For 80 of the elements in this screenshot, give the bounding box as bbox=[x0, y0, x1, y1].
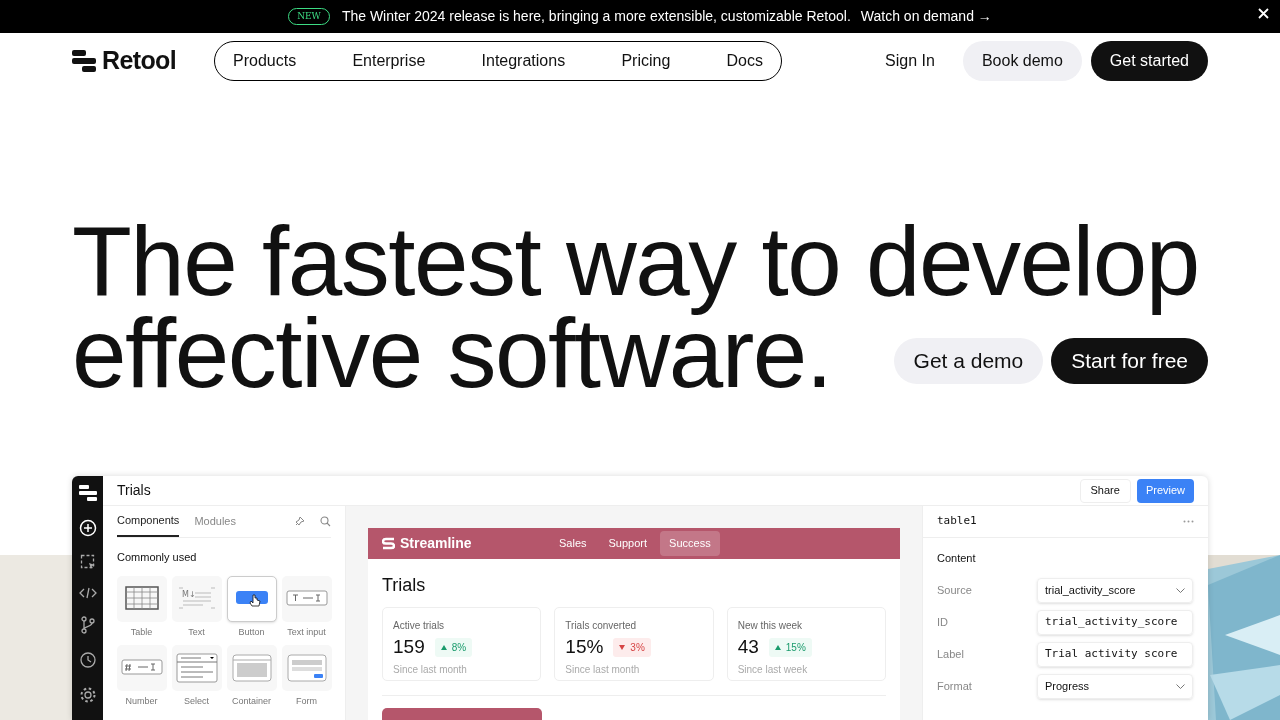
stat-label: Active trials bbox=[393, 619, 446, 633]
component-name: table1 bbox=[937, 513, 977, 530]
component-tile[interactable] bbox=[116, 645, 167, 691]
panel-tab[interactable]: Modules bbox=[194, 506, 236, 537]
field-label: ID bbox=[937, 615, 949, 631]
nav-link[interactable]: Docs bbox=[726, 48, 763, 73]
component-label: Select bbox=[184, 695, 209, 708]
component-tile[interactable] bbox=[116, 575, 167, 622]
select-field[interactable]: trial_activity_score bbox=[1037, 578, 1193, 603]
nav-link[interactable]: Integrations bbox=[481, 48, 566, 73]
page-heading: Trials bbox=[382, 574, 427, 597]
logo-text[interactable]: Retool bbox=[102, 41, 177, 80]
component-label: Text input bbox=[287, 625, 326, 639]
nav-link[interactable]: Products bbox=[233, 48, 297, 73]
chevron-down-icon bbox=[1176, 684, 1185, 689]
get-a-demo-button[interactable]: Get a demo bbox=[893, 338, 1044, 384]
stat-label: New this week bbox=[737, 619, 804, 633]
field-label: Label bbox=[937, 647, 965, 663]
sign-in-link[interactable]: Sign In bbox=[885, 48, 935, 73]
markdown-label: M↓ bbox=[181, 589, 196, 599]
component-tile[interactable] bbox=[226, 575, 277, 622]
search-icon[interactable] bbox=[320, 516, 331, 527]
brand-name: Streamline bbox=[400, 534, 473, 553]
code-icon[interactable] bbox=[78, 587, 97, 599]
component-label: Text bbox=[188, 625, 205, 639]
stat-note: Since last month bbox=[393, 662, 468, 677]
start-free-button[interactable]: Start for free bbox=[1051, 338, 1208, 384]
more-icon[interactable] bbox=[1183, 520, 1194, 523]
nav-link[interactable]: Enterprise bbox=[352, 48, 426, 73]
component-tile[interactable] bbox=[171, 645, 222, 691]
trend-badge: 8% bbox=[434, 637, 473, 657]
add-icon[interactable] bbox=[78, 519, 97, 537]
input-field[interactable]: Trial activity score bbox=[1037, 642, 1193, 667]
component-label: Form bbox=[296, 695, 317, 708]
nav-link[interactable]: Pricing bbox=[621, 48, 671, 73]
component-tile[interactable]: M↓ bbox=[171, 575, 222, 622]
get-started-button[interactable]: Get started bbox=[1090, 40, 1208, 81]
pin-icon[interactable] bbox=[294, 516, 305, 527]
settings-icon[interactable] bbox=[78, 686, 97, 704]
app-nav-tab[interactable]: Sales bbox=[550, 531, 596, 556]
chevron-down-icon bbox=[1176, 588, 1185, 593]
down-triangle-icon bbox=[619, 644, 626, 650]
stat-label: Trials converted bbox=[565, 619, 638, 633]
section-heading: Content bbox=[937, 551, 977, 566]
share-button[interactable]: Share bbox=[1079, 478, 1131, 503]
stat-value: 15% bbox=[565, 635, 604, 659]
announcement-text: The Winter 2024 release is here, bringing a more extensible, customizable Retool. bbox=[341, 7, 851, 26]
up-triangle-icon bbox=[774, 644, 781, 650]
component-label: Table bbox=[130, 625, 153, 639]
stat-value: 159 bbox=[393, 635, 425, 659]
field-label: Format bbox=[937, 679, 973, 695]
trend-badge: 3% bbox=[613, 637, 651, 657]
preview-button[interactable]: Preview bbox=[1136, 478, 1194, 503]
book-demo-button[interactable]: Book demo bbox=[962, 40, 1082, 81]
component-tile[interactable] bbox=[281, 645, 332, 691]
trend-badge: 15% bbox=[768, 637, 812, 657]
stat-note: Since last month bbox=[565, 662, 641, 677]
stat-value: 43 bbox=[737, 635, 759, 659]
component-tile[interactable] bbox=[226, 645, 277, 691]
brand-icon bbox=[382, 537, 395, 550]
section-heading: Commonly used bbox=[117, 550, 198, 565]
close-icon[interactable] bbox=[1258, 8, 1269, 19]
component-label: Number bbox=[125, 695, 158, 708]
branch-icon[interactable] bbox=[80, 616, 95, 634]
select-tool-icon[interactable] bbox=[79, 554, 96, 570]
input-field[interactable]: trial_activity_score bbox=[1037, 610, 1193, 635]
component-tile[interactable] bbox=[281, 575, 332, 622]
field-label: Source bbox=[937, 583, 973, 599]
logo-icon bbox=[72, 49, 96, 72]
select-field[interactable]: Progress bbox=[1037, 674, 1193, 699]
up-triangle-icon bbox=[440, 644, 447, 650]
history-icon[interactable] bbox=[78, 651, 97, 669]
app-nav-tab[interactable]: Support bbox=[599, 531, 657, 556]
component-label: Container bbox=[232, 695, 271, 708]
component-label: Button bbox=[238, 625, 265, 639]
stat-note: Since last week bbox=[737, 662, 809, 677]
logo-icon bbox=[78, 485, 97, 502]
app-title: Trials bbox=[117, 481, 151, 500]
panel-tab[interactable]: Components bbox=[117, 506, 180, 537]
watch-link[interactable]: Watch on demand → bbox=[860, 6, 992, 27]
